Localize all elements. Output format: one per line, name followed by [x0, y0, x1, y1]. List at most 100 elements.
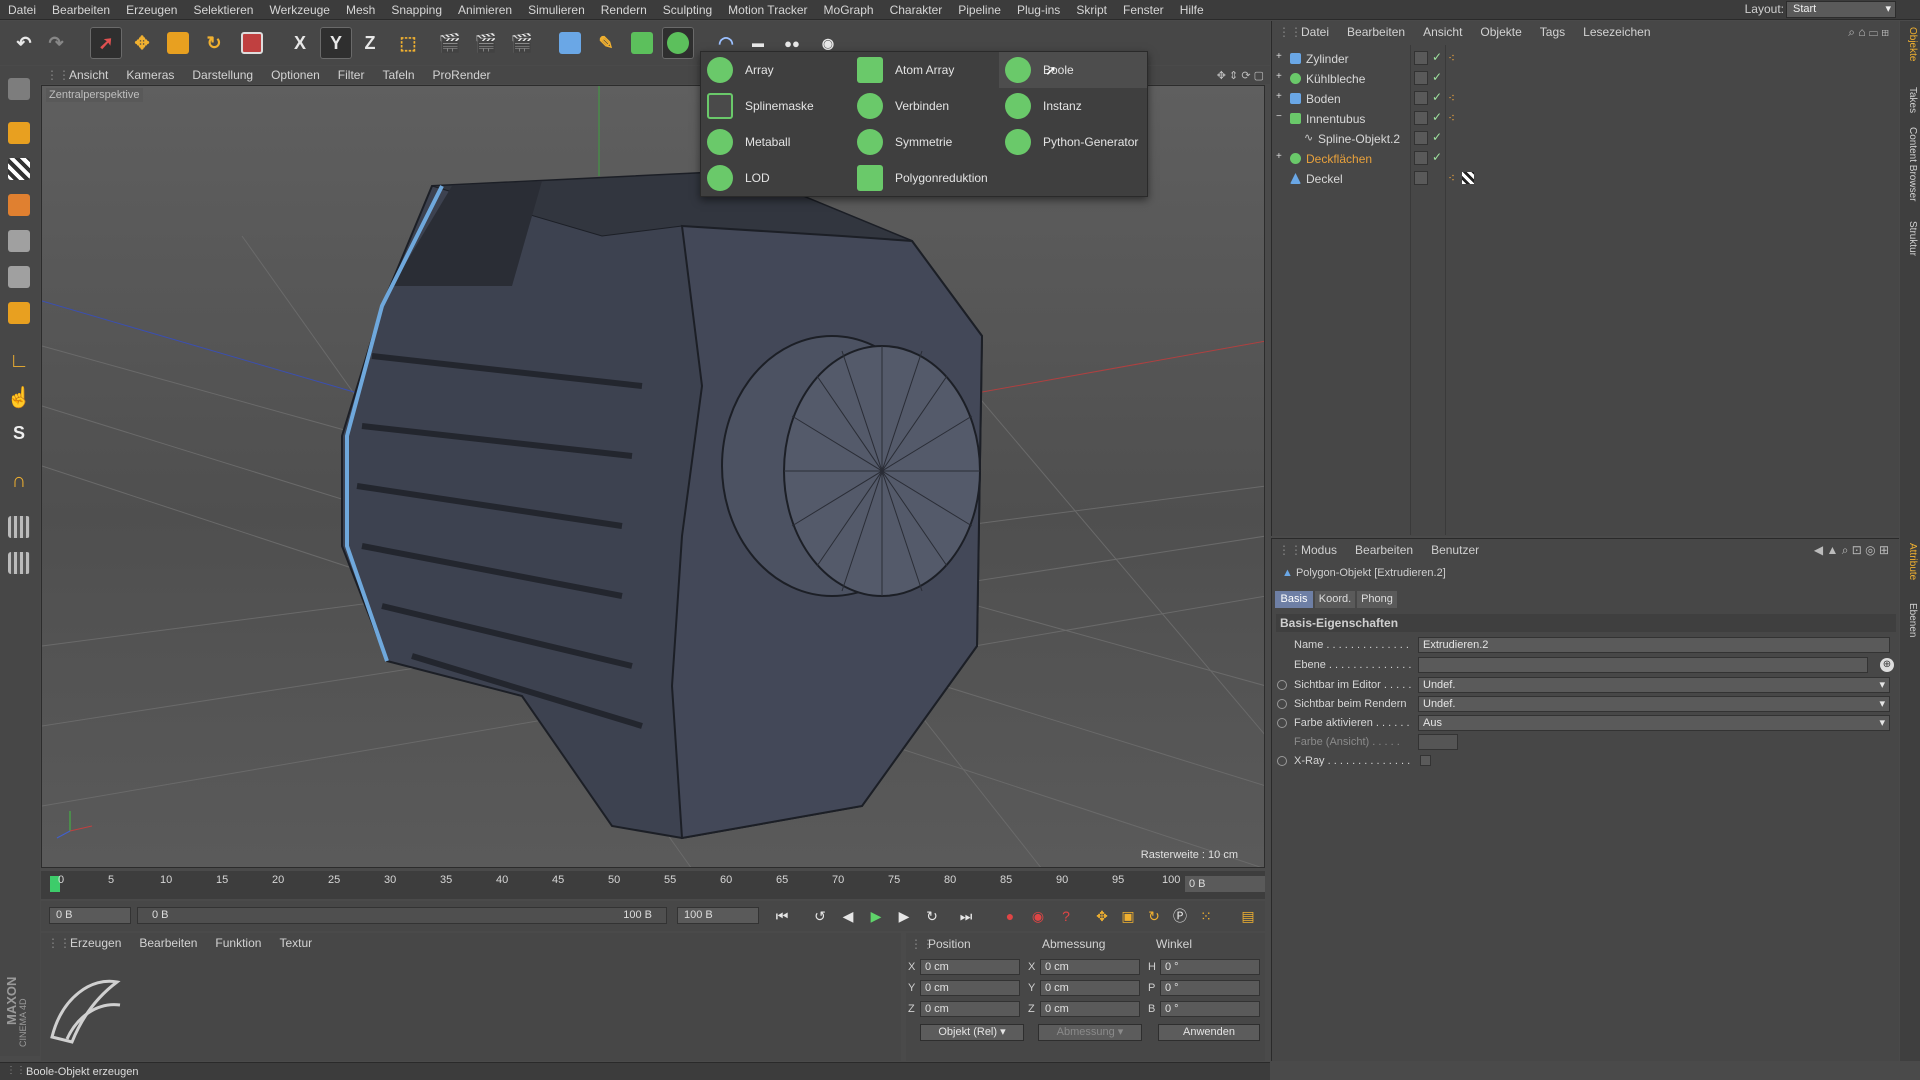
check-icon[interactable]: ✓ — [1432, 70, 1442, 84]
next-frame-button[interactable]: ▶ — [893, 905, 915, 927]
menu-item-python-generator[interactable]: Python-Generator — [999, 124, 1147, 160]
menu-selektieren[interactable]: Selektieren — [185, 0, 261, 20]
position-z-field[interactable]: 0 cm — [920, 1001, 1020, 1017]
dock-tab-objekte[interactable]: Objekte — [1902, 27, 1918, 61]
menu-rendern[interactable]: Rendern — [593, 0, 655, 20]
dock-tab-takes[interactable]: Takes — [1902, 87, 1918, 113]
viewport-menu-ansicht[interactable]: Ansicht — [60, 66, 117, 84]
viewport-nav-icons[interactable]: ✥ ⇕ ⟳ ▢ — [1217, 69, 1264, 82]
axis-y-button[interactable]: Y — [320, 27, 352, 59]
rotation-h-field[interactable]: 0 ° — [1160, 959, 1260, 975]
menu-item-polygonreduktion[interactable]: Polygonreduktion — [851, 160, 999, 196]
menu-item-symmetrie[interactable]: Symmetrie — [851, 124, 999, 160]
rotate-tool-button[interactable]: ↻ — [198, 27, 230, 59]
am-menu-benutzer[interactable]: Benutzer — [1422, 543, 1488, 557]
menu-erzeugen[interactable]: Erzeugen — [118, 0, 185, 20]
menu-item-boole[interactable]: Boole ➚ — [999, 52, 1147, 88]
object-row-innentubus[interactable]: − Innentubus ✓ ⁖ — [1272, 109, 1900, 129]
cube-button[interactable] — [554, 27, 586, 59]
record-button[interactable]: ● — [999, 905, 1021, 927]
model-mode-button[interactable] — [4, 118, 34, 148]
xray-checkbox[interactable] — [1420, 755, 1431, 766]
viewport-menu-filter[interactable]: Filter — [329, 66, 374, 84]
material-tag-icon[interactable] — [1462, 172, 1474, 184]
expand-icon[interactable]: + — [1276, 91, 1282, 102]
object-row-boden[interactable]: + Boden ✓ ⁖ — [1272, 89, 1900, 109]
viewport-menu-optionen[interactable]: Optionen — [262, 66, 329, 84]
om-toolbar-icons[interactable]: ⌕ ⌂ ▭ ⊞ — [1848, 25, 1889, 40]
rotation-p-field[interactable]: 0 ° — [1160, 980, 1260, 996]
menu-werkzeuge[interactable]: Werkzeuge — [261, 0, 337, 20]
make-editable-button[interactable] — [4, 74, 34, 104]
visibility-toggle[interactable] — [1414, 171, 1428, 185]
collapse-icon[interactable]: − — [1276, 111, 1282, 122]
coordinate-system-button[interactable]: ⬚ — [392, 27, 424, 59]
viewport-menu-kameras[interactable]: Kameras — [117, 66, 183, 84]
autokey-button[interactable]: ◉ — [1027, 905, 1049, 927]
menu-pipeline[interactable]: Pipeline — [950, 0, 1009, 20]
key-scale-button[interactable]: ▣ — [1117, 905, 1139, 927]
color-enable-select[interactable]: Aus ▾ — [1418, 715, 1890, 731]
menu-simulieren[interactable]: Simulieren — [520, 0, 593, 20]
am-menu-modus[interactable]: Modus — [1292, 543, 1346, 557]
render-view-button[interactable]: 🎬 — [434, 27, 466, 59]
editor-visibility-select[interactable]: Undef. ▾ — [1418, 677, 1890, 693]
undo-button[interactable]: ↶ — [8, 27, 40, 59]
workplane-lock-button[interactable] — [4, 512, 34, 542]
viewport-menu-darstellung[interactable]: Darstellung — [183, 66, 262, 84]
frame-range-slider[interactable]: 0 B 100 B — [137, 907, 667, 924]
redo-button[interactable]: ↷ — [40, 27, 72, 59]
am-menu-bearbeiten[interactable]: Bearbeiten — [1346, 543, 1422, 557]
name-field[interactable]: Extrudieren.2 — [1418, 637, 1890, 653]
dock-tab-ebenen[interactable]: Ebenen — [1902, 603, 1918, 637]
menu-hilfe[interactable]: Hilfe — [1172, 0, 1212, 20]
menu-item-array[interactable]: Array — [701, 52, 849, 88]
viewport-menu-tafeln[interactable]: Tafeln — [373, 66, 423, 84]
position-x-field[interactable]: 0 cm — [920, 959, 1020, 975]
start-frame-field[interactable]: 0 B — [49, 907, 131, 924]
dock-tab-struktur[interactable]: Struktur — [1902, 221, 1918, 256]
size-y-field[interactable]: 0 cm — [1040, 980, 1140, 996]
axis-z-button[interactable]: Z — [354, 27, 386, 59]
animate-radio[interactable] — [1277, 699, 1287, 709]
expand-icon[interactable]: + — [1276, 51, 1282, 62]
object-row-deckflaechen[interactable]: + Deckflächen ✓ — [1272, 149, 1900, 169]
current-frame-field[interactable]: 0 B — [1185, 876, 1265, 892]
om-menu-objekte[interactable]: Objekte — [1471, 21, 1530, 43]
coordinate-mode-select[interactable]: Objekt (Rel) ▾ — [920, 1024, 1024, 1041]
check-icon[interactable]: ✓ — [1432, 110, 1442, 124]
animate-radio[interactable] — [1277, 756, 1287, 766]
visibility-toggle[interactable] — [1414, 111, 1428, 125]
size-z-field[interactable]: 0 cm — [1040, 1001, 1140, 1017]
axis-mode-button[interactable]: ∟ — [4, 346, 34, 376]
phong-tag-icon[interactable]: ⁖ — [1448, 91, 1455, 105]
3d-viewport[interactable]: Zentralperspektive Rasterweite : 10 cm — [41, 85, 1265, 868]
menu-sculpting[interactable]: Sculpting — [655, 0, 720, 20]
menu-animieren[interactable]: Animieren — [450, 0, 520, 20]
texture-mode-button[interactable] — [4, 154, 34, 184]
menu-motion-tracker[interactable]: Motion Tracker — [720, 0, 815, 20]
visibility-toggle[interactable] — [1414, 71, 1428, 85]
material-menu-erzeugen[interactable]: Erzeugen — [61, 933, 130, 953]
menu-item-metaball[interactable]: Metaball — [701, 124, 849, 160]
am-toolbar-icons[interactable]: ◀ ▲ ⌕ ⊡ ◎ ⊞ — [1814, 543, 1889, 558]
display-color-swatch[interactable] — [1418, 734, 1458, 750]
workplane-rotate-button[interactable] — [4, 548, 34, 578]
go-to-start-button[interactable]: ⏮ — [771, 905, 793, 927]
object-row-kuehlbleche[interactable]: + Kühlbleche ✓ — [1272, 69, 1900, 89]
menu-fenster[interactable]: Fenster — [1115, 0, 1172, 20]
menu-charakter[interactable]: Charakter — [882, 0, 951, 20]
viewport-menu-prorender[interactable]: ProRender — [424, 66, 500, 84]
size-x-field[interactable]: 0 cm — [1040, 959, 1140, 975]
keyframe-selection-button[interactable]: ? — [1055, 905, 1077, 927]
key-position-button[interactable]: ✥ — [1091, 905, 1113, 927]
om-menu-tags[interactable]: Tags — [1531, 21, 1574, 43]
tab-koord[interactable]: Koord. — [1315, 591, 1355, 608]
points-mode-button[interactable] — [4, 226, 34, 256]
edges-mode-button[interactable] — [4, 262, 34, 292]
material-menu-funktion[interactable]: Funktion — [206, 933, 270, 953]
visibility-toggle[interactable] — [1414, 51, 1428, 65]
end-frame-field[interactable]: 100 B — [677, 907, 759, 924]
menu-bearbeiten[interactable]: Bearbeiten — [44, 0, 118, 20]
move-tool-button[interactable]: ✥ — [126, 27, 158, 59]
